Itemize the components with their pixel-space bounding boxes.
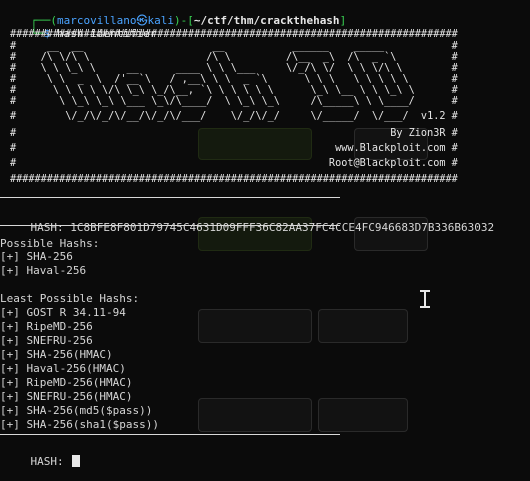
least-item: [+] SHA-256(md5($pass)) xyxy=(0,404,153,417)
banner-email: # Root@Blackploit.com # xyxy=(10,158,458,169)
least-item: [+] Haval-256(HMAC) xyxy=(0,362,126,375)
prompt-bracket-mid: )-[ xyxy=(173,14,194,27)
possible-title: Possible Hashs: xyxy=(0,237,100,250)
terminal-window[interactable]: ┌──(marcovillano㉿kali)-[~/ctf/thm/crackt… xyxy=(0,0,530,468)
least-item: [+] SHA-256(HMAC) xyxy=(0,348,113,361)
least-item: [+] SHA-256(sha1($pass)) xyxy=(0,418,159,431)
least-item: [+] GOST R 34.11-94 xyxy=(0,306,126,319)
banner-art-line: # \/_/\/_/\/__/\/_/\/___/ \/_/\/_/ \/___… xyxy=(10,111,458,122)
banner-art-line: # \ \ \ \ \/\ \_\ \_/\__, `\ \ \ \ \ \ \… xyxy=(10,85,458,96)
hash-value: 1C8BFE8F801D79745C4631D09FFF36C82AA37FC4… xyxy=(70,221,495,234)
banner-border-bottom: ########################################… xyxy=(10,174,458,185)
least-item: [+] RipeMD-256(HMAC) xyxy=(0,376,133,389)
prompt-bracket-end: ] xyxy=(339,14,347,27)
divider-top xyxy=(0,197,340,198)
banner-art-line: # \ \_\ \_\ \___ \_\/\____/ \ \_\ \_\ /\… xyxy=(10,96,458,107)
banner-border-top: ########################################… xyxy=(10,29,458,40)
hash-input-label: HASH: xyxy=(30,455,64,468)
ghost-hint-button-4 xyxy=(318,398,408,432)
least-item: [+] SNEFRU-256 xyxy=(0,334,93,347)
hashid-banner: ########################################… xyxy=(10,29,520,192)
least-possible-title: Least Possible Hashs: xyxy=(0,292,140,305)
banner-art-line: # \ \ _ \ /'__`\ / ,__\ \ \ _ `\ \ \ \ \… xyxy=(10,74,458,85)
ghost-hint-button-3 xyxy=(318,309,408,343)
hash-label: HASH: xyxy=(30,221,64,234)
text-cursor-icon xyxy=(420,290,430,308)
possible-item: [+] SHA-256 xyxy=(0,250,73,263)
banner-art-line: # \ \ \_\ \ __ ____ \ \ \___ \/_/\ \/ \ … xyxy=(10,63,458,74)
possible-item: [+] Haval-256 xyxy=(0,264,87,277)
prompt-path: ~/ctf/thm/crackthehash xyxy=(193,14,340,27)
banner-art-line: # __ __ __ ______ _____ # xyxy=(10,41,458,52)
divider-mid xyxy=(0,225,340,226)
least-item: [+] SNEFRU-256(HMAC) xyxy=(0,390,133,403)
terminal-cursor[interactable] xyxy=(72,455,81,467)
hash-input-line[interactable]: HASH: xyxy=(4,442,81,481)
divider-bottom xyxy=(0,434,340,435)
ghost-submit-button-3 xyxy=(198,309,312,343)
banner-art-line: # /\ \/\ \ /\ \ /\__ _\ /\ _ `\ # xyxy=(10,52,458,63)
banner-website: # www.Blackploit.com # xyxy=(10,143,458,154)
ghost-submit-button-4 xyxy=(198,398,312,432)
least-item: [+] RipeMD-256 xyxy=(0,320,93,333)
banner-author: # By Zion3R # xyxy=(10,128,458,139)
